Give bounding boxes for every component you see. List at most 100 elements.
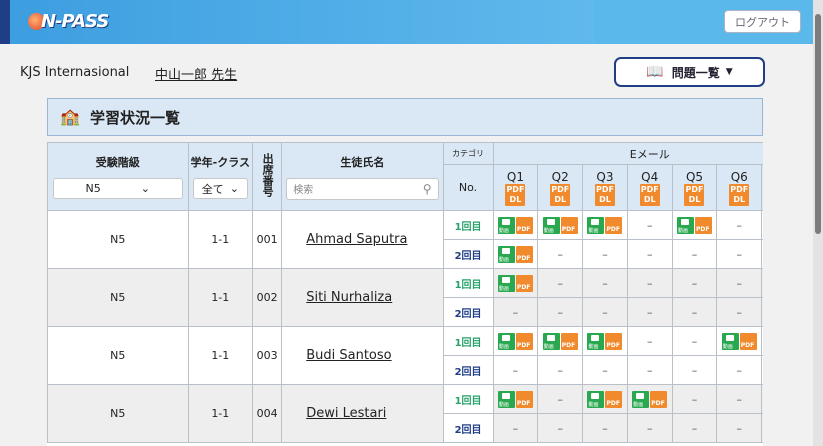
student-name-cell: Budi Santoso: [281, 326, 444, 385]
pdf-icon[interactable]: [515, 274, 533, 292]
question-status-cell[interactable]: [582, 210, 628, 240]
level-cell: N5: [47, 384, 189, 443]
question-status-cell: –: [537, 297, 584, 327]
video-icon[interactable]: [587, 332, 605, 350]
video-icon[interactable]: [497, 332, 515, 350]
video-icon[interactable]: [676, 216, 694, 234]
video-icon[interactable]: [542, 332, 560, 350]
pdf-icon[interactable]: [694, 216, 712, 234]
pdf-icon[interactable]: [605, 390, 623, 408]
question-status-cell[interactable]: [492, 239, 539, 269]
pdf-icon[interactable]: [515, 390, 533, 408]
question-status-cell[interactable]: [537, 326, 584, 356]
pdf-icon[interactable]: [515, 245, 533, 263]
empty-dash: –: [557, 305, 563, 319]
brand-stripe: [0, 0, 10, 44]
header-q3[interactable]: Q3 PDF DL: [582, 164, 628, 211]
attempt-label: 1回目: [442, 268, 494, 298]
video-icon[interactable]: [587, 216, 605, 234]
pdf-dl-button[interactable]: PDF DL: [550, 183, 571, 206]
question-status-cell[interactable]: [492, 210, 539, 240]
video-icon[interactable]: [542, 216, 560, 234]
question-status-cell: –: [537, 355, 584, 385]
empty-dash: –: [557, 392, 563, 406]
header-category-label: カテゴリ: [452, 149, 485, 158]
video-icon[interactable]: [497, 274, 515, 292]
student-name-link[interactable]: Ahmad Saputra: [306, 232, 407, 247]
student-name-cell: Ahmad Saputra: [281, 210, 444, 269]
logout-button[interactable]: ログアウト: [724, 10, 801, 33]
header-q7[interactable]: Q7PDF DL: [761, 164, 763, 211]
student-name-link[interactable]: Siti Nurhaliza: [306, 290, 392, 305]
q1-label: Q1: [506, 169, 524, 184]
pdf-icon[interactable]: [605, 332, 623, 350]
header-q4[interactable]: Q4 PDF DL: [626, 164, 673, 211]
scrollbar-thumb[interactable]: [815, 14, 821, 234]
student-name-link[interactable]: Budi Santoso: [306, 348, 391, 363]
question-status-cell: –: [761, 268, 763, 298]
progress-table: 受験階級 N5 ⌄ 学年-クラス 全て ⌄ 出席番号 生徒氏名 検索 ⚲ カテゴ…: [47, 142, 763, 443]
video-icon[interactable]: [721, 332, 739, 350]
header-grade-class: 学年-クラス 全て ⌄: [187, 142, 254, 211]
empty-dash: –: [691, 305, 698, 319]
student-name-cell: Siti Nurhaliza: [281, 268, 444, 327]
question-status-cell[interactable]: [582, 384, 628, 414]
empty-dash: –: [646, 218, 653, 232]
student-search-input[interactable]: 検索 ⚲: [286, 177, 439, 200]
pdf-dl-button[interactable]: PDF DL: [594, 183, 615, 206]
question-status-cell[interactable]: [716, 326, 763, 356]
progress-table-container[interactable]: 受験階級 N5 ⌄ 学年-クラス 全て ⌄ 出席番号 生徒氏名 検索 ⚲ カテゴ…: [47, 142, 763, 446]
empty-dash: –: [646, 334, 653, 348]
question-status-cell[interactable]: [492, 384, 539, 414]
question-list-dropdown[interactable]: 📖 問題一覧 ▼: [614, 57, 765, 87]
question-status-cell: –: [626, 326, 673, 356]
question-status-cell[interactable]: [626, 384, 673, 414]
question-status-cell[interactable]: [761, 210, 763, 240]
question-status-cell: –: [626, 355, 673, 385]
pdf-icon[interactable]: [739, 332, 757, 350]
pdf-icon[interactable]: [560, 216, 578, 234]
video-icon[interactable]: [497, 216, 515, 234]
pdf-dl-button[interactable]: PDF DL: [639, 183, 660, 206]
video-icon[interactable]: [632, 390, 650, 408]
question-status-cell[interactable]: [492, 268, 539, 298]
title-panel: 🏫 学習状況一覧: [47, 98, 763, 136]
question-status-cell[interactable]: [537, 210, 584, 240]
grade-filter-select[interactable]: 全て ⌄: [192, 178, 249, 199]
attempt-label: 2回目: [442, 297, 494, 327]
attendance-number-cell: 001: [252, 210, 283, 269]
npass-logo[interactable]: N-PASS: [28, 11, 109, 32]
header-q6[interactable]: Q6 PDF DL: [716, 164, 763, 211]
teacher-name-link[interactable]: 中山一郎 先生: [155, 64, 237, 83]
video-icon[interactable]: [497, 245, 515, 263]
empty-dash: –: [646, 305, 653, 319]
vertical-scrollbar[interactable]: [813, 0, 823, 446]
question-status-cell: –: [582, 413, 628, 443]
video-icon[interactable]: [587, 390, 605, 408]
pdf-dl-button[interactable]: PDF DL: [729, 183, 750, 206]
empty-dash: –: [602, 247, 608, 261]
pdf-dl-button[interactable]: PDF DL: [684, 183, 705, 206]
question-status-cell[interactable]: [492, 326, 539, 356]
header-q2[interactable]: Q2 PDF DL: [537, 164, 584, 211]
caret-down-icon: ▼: [725, 67, 733, 77]
pdf-icon[interactable]: [650, 390, 668, 408]
question-status-cell[interactable]: [582, 326, 628, 356]
question-status-cell: –: [671, 297, 718, 327]
pdf-icon[interactable]: [560, 332, 578, 350]
pdf-icon[interactable]: [515, 216, 533, 234]
pdf-dl-button[interactable]: PDF DL: [505, 183, 526, 206]
school-building-icon: 🏫: [60, 107, 80, 126]
chevron-down-icon: ⌄: [229, 182, 239, 195]
empty-dash: –: [557, 421, 563, 435]
video-icon[interactable]: [497, 390, 515, 408]
question-status-cell: –: [761, 239, 763, 269]
question-status-cell: –: [671, 355, 718, 385]
question-status-cell[interactable]: [671, 210, 718, 240]
level-filter-select[interactable]: N5 ⌄: [53, 178, 183, 199]
student-name-link[interactable]: Dewi Lestari: [306, 406, 386, 421]
pdf-icon[interactable]: [515, 332, 533, 350]
header-q1[interactable]: Q1 PDF DL: [492, 164, 539, 211]
header-q5[interactable]: Q5 PDF DL: [671, 164, 718, 211]
pdf-icon[interactable]: [605, 216, 623, 234]
